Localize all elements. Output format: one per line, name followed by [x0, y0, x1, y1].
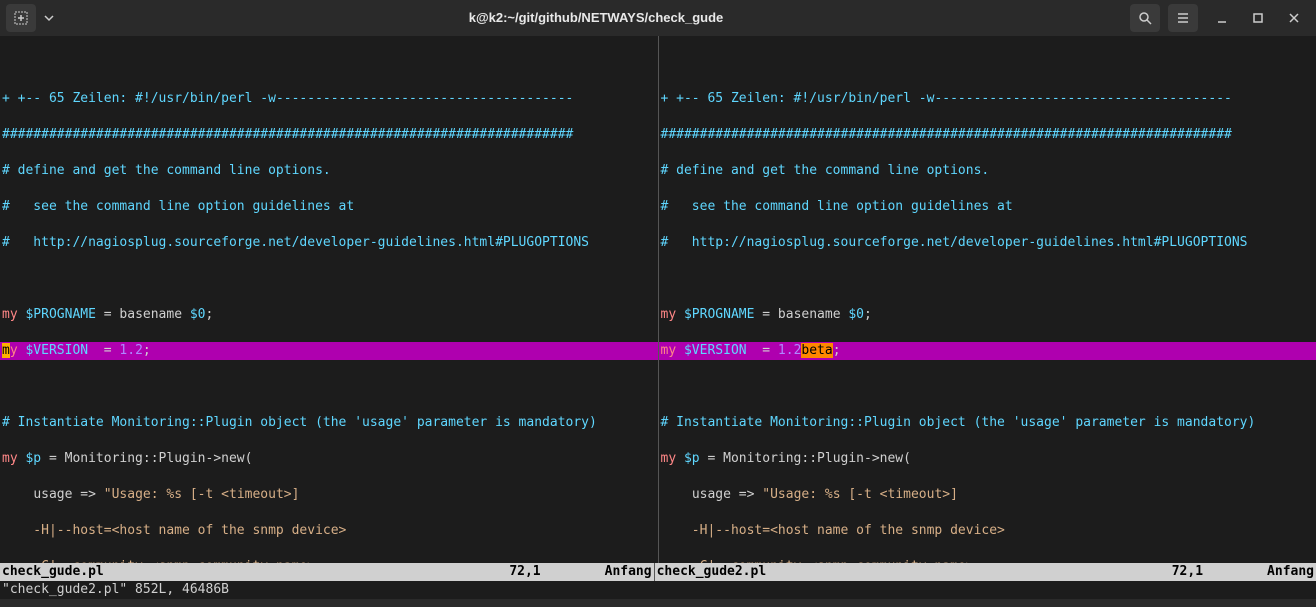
tab-dropdown-button[interactable]: [40, 4, 58, 32]
fold-line: +-- 65 Zeilen: #!/usr/bin/perl -w: [676, 91, 934, 106]
comment-line: # http://nagiosplug.sourceforge.net/deve…: [0, 234, 658, 252]
right-pane[interactable]: + +-- 65 Zeilen: #!/usr/bin/perl -w-----…: [659, 36, 1316, 563]
comment-line: # define and get the command line option…: [659, 162, 1316, 180]
comment-line: # Instantiate Monitoring::Plugin object …: [659, 414, 1316, 432]
new-tab-button[interactable]: [6, 4, 36, 32]
diff-changed-line: my $VERSION = 1.2;: [0, 342, 658, 360]
status-left-file: check_gude.pl: [0, 563, 106, 581]
close-button[interactable]: [1278, 4, 1310, 32]
comment-line: # http://nagiosplug.sourceforge.net/deve…: [659, 234, 1316, 252]
menu-button[interactable]: [1168, 4, 1198, 32]
command-line[interactable]: "check_gude2.pl" 852L, 46486B: [0, 581, 1316, 599]
status-right-file: check_gude2.pl: [655, 563, 769, 581]
scrollbar-horizontal[interactable]: [0, 599, 1316, 607]
hash-divider: ########################################…: [0, 126, 658, 144]
window-title: k@k2:~/git/github/NETWAYS/check_gude: [62, 9, 1130, 27]
minimize-button[interactable]: [1206, 4, 1238, 32]
comment-line: # see the command line option guidelines…: [0, 198, 658, 216]
comment-line: # Instantiate Monitoring::Plugin object …: [0, 414, 658, 432]
hash-divider: ########################################…: [659, 126, 1316, 144]
status-right-pos: 72,1: [1170, 563, 1205, 581]
status-left-pos: 72,1: [507, 563, 542, 581]
left-pane[interactable]: + +-- 65 Zeilen: #!/usr/bin/perl -w-----…: [0, 36, 658, 563]
search-button[interactable]: [1130, 4, 1160, 32]
window-titlebar: k@k2:~/git/github/NETWAYS/check_gude: [0, 0, 1316, 36]
maximize-button[interactable]: [1242, 4, 1274, 32]
status-bar: check_gude.pl 72,1 Anfang check_gude2.pl…: [0, 563, 1316, 581]
fold-line: +-- 65 Zeilen: #!/usr/bin/perl -w: [18, 91, 276, 106]
status-right-where: Anfang: [1265, 563, 1316, 581]
diff-changed-line: my $VERSION = 1.2beta;: [659, 342, 1316, 360]
comment-line: # define and get the command line option…: [0, 162, 658, 180]
comment-line: # see the command line option guidelines…: [659, 198, 1316, 216]
status-left-where: Anfang: [603, 563, 654, 581]
editor-area: + +-- 65 Zeilen: #!/usr/bin/perl -w-----…: [0, 36, 1316, 563]
